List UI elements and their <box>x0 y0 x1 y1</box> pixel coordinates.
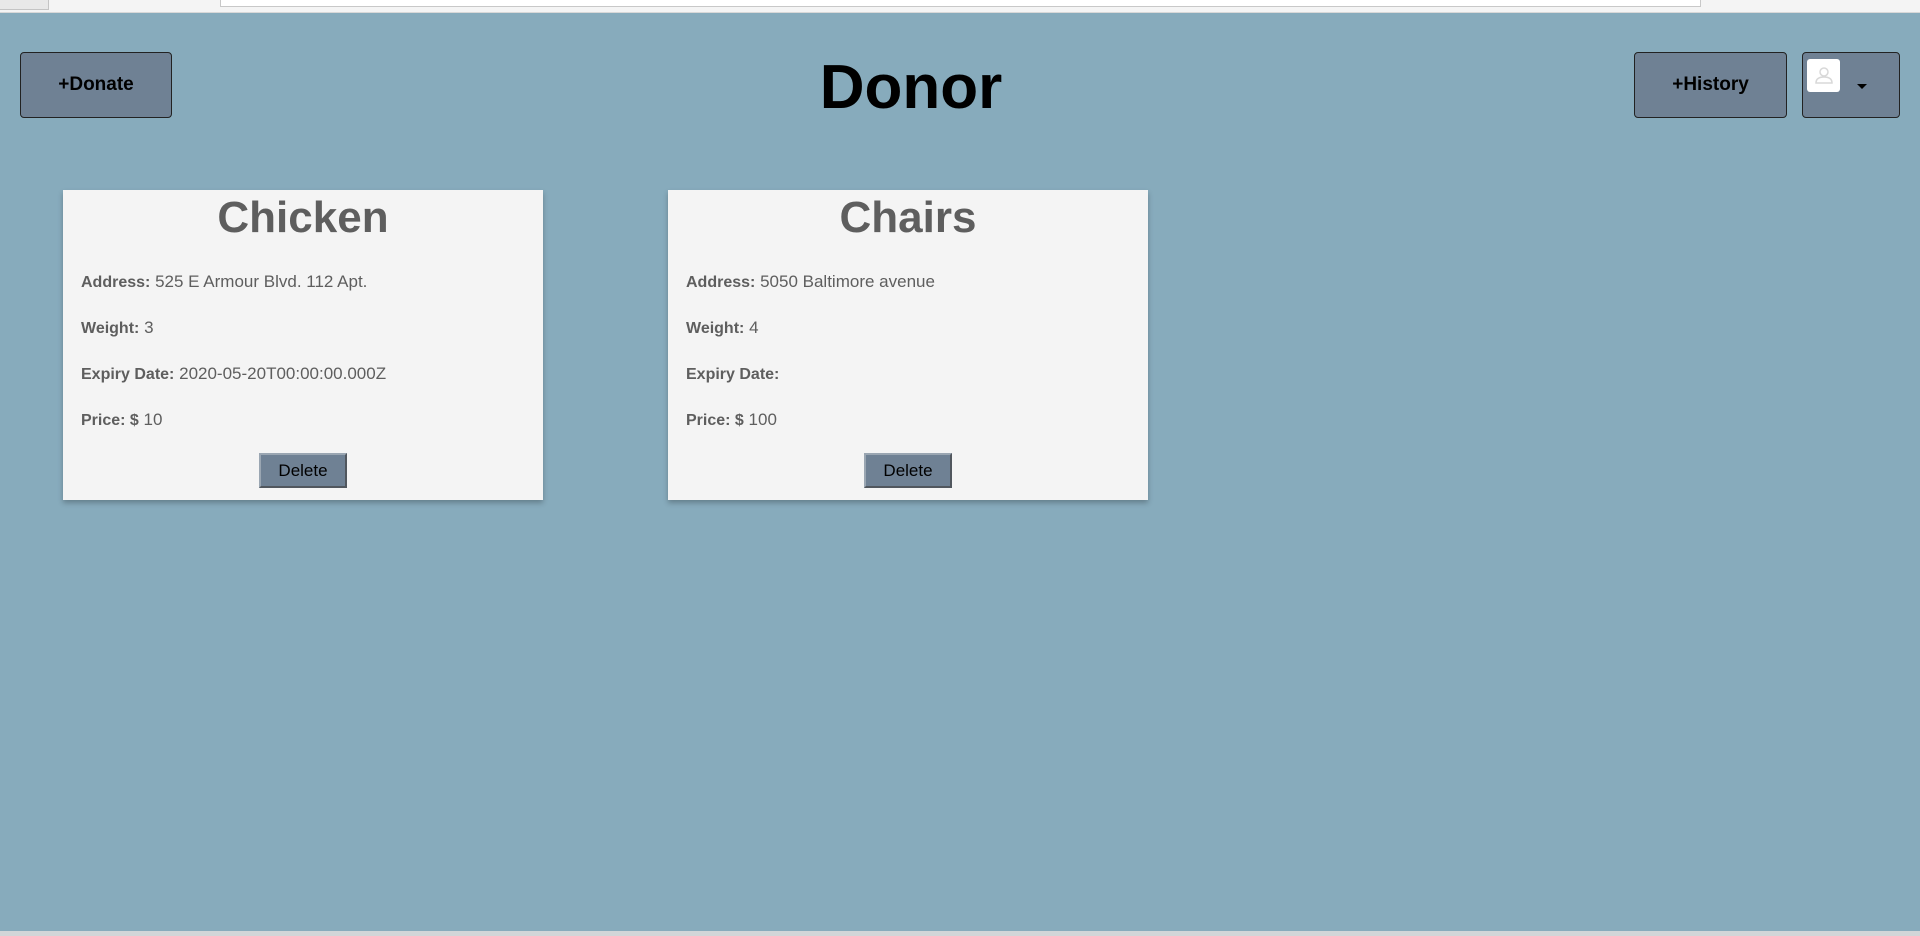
price-field: Price: $ 10 <box>81 410 162 431</box>
address-value: 525 E Armour Blvd. 112 Apt. <box>155 272 368 291</box>
address-field: Address: 5050 Baltimore avenue <box>686 272 935 293</box>
donation-card: Chairs Address: 5050 Baltimore avenue We… <box>668 190 1148 500</box>
user-icon <box>1814 67 1833 84</box>
expiry-label: Expiry Date: <box>686 366 780 383</box>
expiry-field: Expiry Date: 2020-05-20T00:00:00.000Z <box>81 364 386 385</box>
weight-field: Weight: 3 <box>81 318 154 339</box>
weight-field: Weight: 4 <box>686 318 759 339</box>
delete-button[interactable]: Delete <box>864 453 952 488</box>
weight-value: 3 <box>144 318 154 337</box>
card-title: Chicken <box>217 193 389 242</box>
weight-value: 4 <box>749 318 759 337</box>
address-field: Address: 525 E Armour Blvd. 112 Apt. <box>81 272 367 293</box>
expiry-label: Expiry Date: <box>81 366 175 383</box>
page-title: Donor <box>819 53 1003 122</box>
address-value: 5050 Baltimore avenue <box>760 272 935 291</box>
horizontal-scrollbar[interactable] <box>0 931 1920 936</box>
expiry-value: 2020-05-20T00:00:00.000Z <box>179 364 387 383</box>
price-value: 10 <box>143 410 163 429</box>
weight-label: Weight: <box>686 320 745 337</box>
price-label: Price: $ <box>686 412 744 429</box>
address-bar[interactable] <box>220 0 1701 7</box>
expiry-field: Expiry Date: <box>686 364 779 385</box>
price-label: Price: $ <box>81 412 139 429</box>
address-label: Address: <box>81 274 151 291</box>
card-title: Chairs <box>839 193 977 242</box>
history-button[interactable]: +History <box>1634 52 1787 118</box>
chevron-down-icon <box>1857 83 1867 89</box>
weight-label: Weight: <box>81 320 140 337</box>
avatar <box>1807 58 1840 92</box>
price-field: Price: $ 100 <box>686 410 777 431</box>
profile-menu-button[interactable] <box>1802 52 1900 118</box>
browser-tab-stub[interactable] <box>0 0 49 10</box>
donation-card: Chicken Address: 525 E Armour Blvd. 112 … <box>63 190 543 500</box>
price-value: 100 <box>748 410 777 429</box>
browser-top-strip <box>0 0 1920 13</box>
address-label: Address: <box>686 274 756 291</box>
delete-button[interactable]: Delete <box>259 453 347 488</box>
